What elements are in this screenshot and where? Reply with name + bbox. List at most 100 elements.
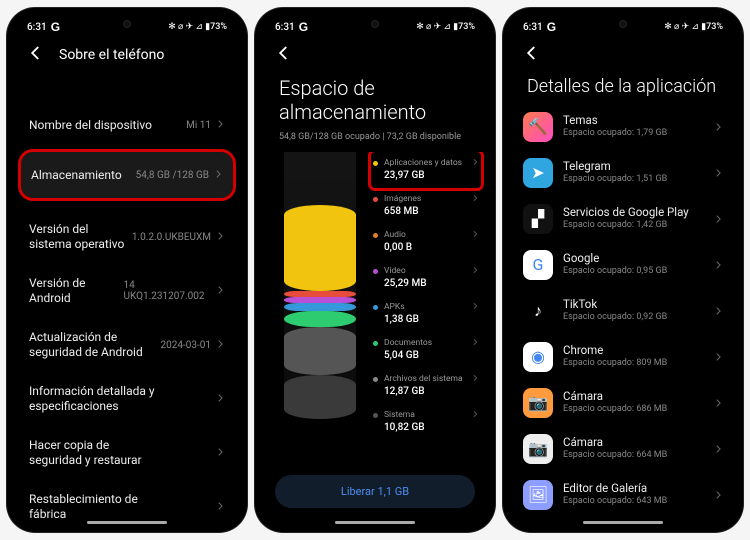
app-icon: ▞ [523, 204, 553, 234]
chevron-right-icon [471, 194, 479, 205]
legend-item[interactable]: Imágenes658 MB [371, 188, 481, 224]
app-row[interactable]: ♪TikTokEspacio ocupado: 0,92 GB [509, 288, 737, 334]
settings-row[interactable]: Restablecimiento de fábrica [13, 480, 241, 526]
app-row[interactable]: ▞ Servicios de Google PlayEspacio ocupado… [509, 196, 737, 242]
app-row[interactable]: 🔨TemasEspacio ocupado: 1,79 GB [509, 104, 737, 150]
app-name: Cámara [563, 389, 703, 404]
app-icon: G [523, 250, 553, 280]
legend-value: 658 MB [384, 205, 465, 218]
front-camera [371, 20, 379, 28]
legend-value: 10,82 GB [384, 421, 465, 434]
chart-segment [284, 297, 356, 303]
chevron-right-icon [471, 338, 479, 349]
app-name: Google [563, 251, 703, 266]
status-indicators: ✻ ⌀ ✈ ⊿ ▮73% [416, 22, 475, 32]
chevron-right-icon [471, 266, 479, 277]
chevron-right-icon [713, 347, 723, 366]
free-space-button[interactable]: Liberar 1,1 GB [275, 475, 475, 508]
legend-dot [373, 197, 378, 202]
settings-row[interactable]: Almacenamiento54,8 GB /128 GB [21, 152, 233, 198]
chevron-right-icon [713, 439, 723, 458]
row-label: Información detallada y especificaciones [29, 384, 159, 414]
row-label: Versión del sistema operativo [29, 222, 132, 252]
home-bar[interactable] [583, 521, 663, 524]
app-icon: 📷 [523, 434, 553, 464]
status-google-icon: G [299, 20, 308, 34]
app-row[interactable]: ◉ChromeEspacio ocupado: 809 MB [509, 334, 737, 380]
chevron-right-icon [471, 230, 479, 241]
row-label: Restablecimiento de fábrica [29, 492, 159, 522]
legend-item[interactable]: Audio0,00 B [371, 224, 481, 260]
legend-item[interactable]: Documentos5,04 GB [371, 332, 481, 368]
app-row[interactable]: ➤TelegramEspacio ocupado: 1,51 GB [509, 150, 737, 196]
app-row[interactable]: GGoogleEspacio ocupado: 0,95 GB [509, 242, 737, 288]
row-label: Actualización de seguridad de Android [29, 330, 159, 360]
legend-dot [373, 341, 378, 346]
app-row[interactable]: 📷CámaraEspacio ocupado: 686 MB [509, 380, 737, 426]
chevron-right-icon [713, 117, 723, 136]
row-value [211, 393, 225, 406]
back-icon[interactable] [27, 44, 45, 66]
legend-dot [373, 413, 378, 418]
chevron-right-icon [713, 301, 723, 320]
chevron-right-icon [215, 393, 225, 406]
chevron-right-icon [213, 169, 223, 182]
chevron-right-icon [215, 501, 225, 514]
app-name: Cámara [563, 435, 703, 450]
legend-label: Documentos [384, 338, 465, 349]
chart-segment [284, 375, 356, 419]
back-icon[interactable] [523, 44, 541, 66]
app-row[interactable]: 🖼 Editor de GaleríaEspacio ocupado: 643 M… [509, 472, 737, 518]
app-name: Chrome [563, 343, 703, 358]
app-name: Servicios de Google Play [563, 205, 703, 220]
back-icon[interactable] [275, 44, 293, 66]
chevron-right-icon [215, 285, 225, 298]
page-title: Detalles de la aplicación [509, 74, 737, 104]
legend-label: Imágenes [384, 194, 465, 205]
front-camera [123, 20, 131, 28]
app-row[interactable]: 📷CámaraEspacio ocupado: 664 MB [509, 426, 737, 472]
home-bar[interactable] [87, 521, 167, 524]
legend-value: 1,38 GB [384, 313, 465, 326]
chevron-right-icon [713, 255, 723, 274]
storage-chart [275, 152, 365, 469]
chevron-right-icon [713, 209, 723, 228]
chevron-right-icon [215, 447, 225, 460]
legend-value: 5,04 GB [384, 349, 465, 362]
legend-item[interactable]: Aplicaciones y datos23,97 GB [371, 152, 481, 188]
app-name: Editor de Galería [563, 481, 703, 496]
settings-row[interactable]: Información detallada y especificaciones [13, 372, 241, 426]
settings-row[interactable]: Versión del sistema operativo1.0.2.0.UKB… [13, 210, 241, 264]
home-bar[interactable] [335, 521, 415, 524]
settings-row[interactable]: Nombre del dispositivo Mi 11 [13, 102, 241, 148]
app-size: Espacio ocupado: 1,42 GB [563, 220, 703, 232]
app-icon: 🖼 [523, 480, 553, 510]
legend-item[interactable]: Sistema10,82 GB [371, 404, 481, 440]
page-title: Sobre el teléfono [59, 47, 164, 63]
row-value [211, 501, 225, 514]
legend-label: Sistema [384, 410, 465, 421]
status-google-icon: G [547, 20, 556, 34]
settings-row[interactable]: Actualización de seguridad de Android202… [13, 318, 241, 372]
chevron-right-icon [215, 119, 225, 132]
chart-segment [284, 205, 356, 291]
row-value: Mi 11 [186, 119, 225, 132]
app-icon: ♪ [523, 296, 553, 326]
legend-item[interactable]: Archivos del sistema12,87 GB [371, 368, 481, 404]
settings-row[interactable]: Versión de Android14 UKQ1.231207.002 [13, 264, 241, 318]
legend-item[interactable]: APKs1,38 GB [371, 296, 481, 332]
row-label: Hacer copia de seguridad y restaurar [29, 438, 159, 468]
settings-row[interactable]: Hacer copia de seguridad y restaurar [13, 426, 241, 480]
storage-summary: 54,8 GB/128 GB ocupado | 73,2 GB disponi… [261, 130, 489, 152]
chevron-right-icon [471, 374, 479, 385]
phone-1: 6:31 G ✻ ⌀ ✈ ⊿ ▮73% Sobre el teléfono No… [7, 8, 247, 532]
storage-legend: Aplicaciones y datos23,97 GBImágenes658 … [371, 152, 481, 469]
app-icon: 📷 [523, 388, 553, 418]
legend-item[interactable]: Vídeo25,29 MB [371, 260, 481, 296]
legend-value: 23,97 GB [384, 169, 465, 182]
app-size: Espacio ocupado: 1,79 GB [563, 128, 703, 140]
app-size: Espacio ocupado: 643 MB [563, 496, 703, 508]
legend-dot [373, 377, 378, 382]
app-size: Espacio ocupado: 809 MB [563, 358, 703, 370]
row-label: Nombre del dispositivo [29, 118, 152, 133]
